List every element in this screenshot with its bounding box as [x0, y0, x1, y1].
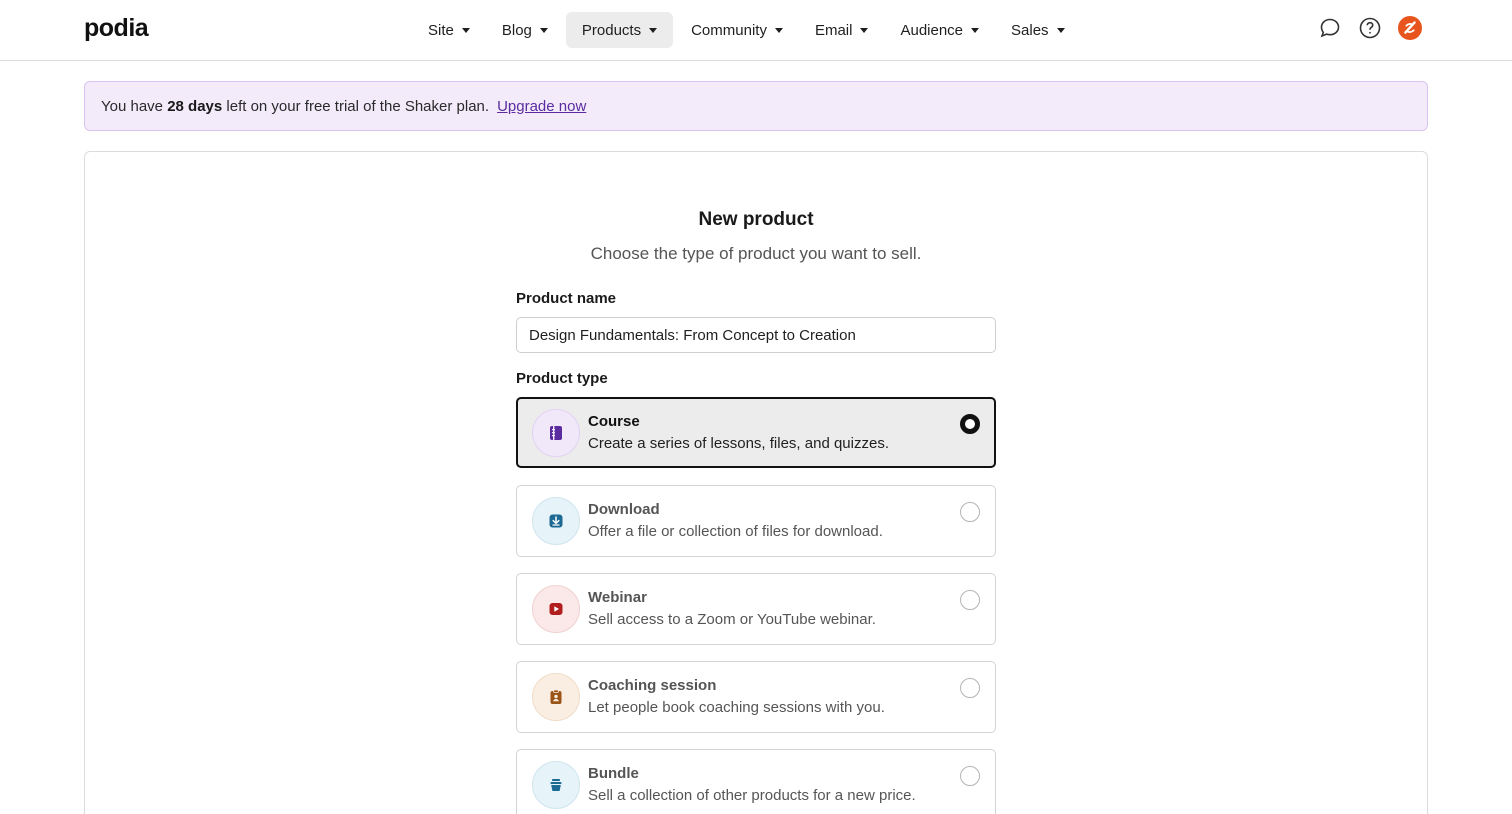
avatar[interactable] — [1398, 16, 1422, 40]
nav-community[interactable]: Community — [677, 12, 797, 48]
coaching-name: Coaching session — [588, 677, 717, 694]
bundle-name: Bundle — [588, 765, 639, 782]
webinar-icon — [532, 585, 580, 633]
top-navigation: podia Site Blog Products Community Email… — [0, 0, 1512, 61]
coaching-description: Let people book coaching sessions with y… — [588, 699, 885, 716]
download-icon — [532, 497, 580, 545]
top-right-icons — [1318, 16, 1422, 40]
main-nav: Site Blog Products Community Email Audie… — [414, 12, 1079, 48]
nav-email[interactable]: Email — [801, 12, 883, 48]
caret-down-icon — [539, 27, 548, 33]
nav-site[interactable]: Site — [414, 12, 484, 48]
trial-banner: You have 28 days left on your free trial… — [84, 81, 1428, 131]
nav-blog[interactable]: Blog — [488, 12, 562, 48]
podia-logo[interactable]: podia — [84, 14, 149, 43]
product-type-webinar[interactable]: Webinar Sell access to a Zoom or YouTube… — [516, 573, 996, 645]
bundle-icon — [532, 761, 580, 809]
webinar-name: Webinar — [588, 589, 647, 606]
nav-products[interactable]: Products — [565, 12, 674, 48]
download-radio[interactable] — [960, 502, 980, 522]
course-description: Create a series of lessons, files, and q… — [588, 435, 889, 452]
product-name-label: Product name — [516, 290, 617, 307]
nav-community-label: Community — [691, 21, 767, 39]
product-type-label: Product type — [516, 370, 608, 387]
nav-sales[interactable]: Sales — [997, 12, 1079, 48]
product-type-download[interactable]: Download Offer a file or collection of f… — [516, 485, 996, 557]
nav-email-label: Email — [814, 21, 853, 39]
coaching-radio[interactable] — [960, 678, 980, 698]
bundle-radio[interactable] — [960, 766, 980, 786]
download-name: Download — [588, 501, 660, 518]
coaching-icon — [532, 673, 580, 721]
nav-sales-label: Sales — [1011, 21, 1049, 39]
caret-down-icon — [461, 27, 470, 33]
caret-down-icon — [649, 27, 658, 33]
banner-suffix: left on your free trial of the Shaker pl… — [226, 97, 490, 115]
banner-prefix: You have — [101, 97, 164, 115]
caret-down-icon — [774, 27, 783, 33]
banner-days: 28 days — [167, 97, 223, 115]
product-type-bundle[interactable]: Bundle Sell a collection of other produc… — [516, 749, 996, 814]
page-title: New product — [698, 209, 814, 230]
page-subtitle: Choose the type of product you want to s… — [590, 244, 922, 263]
download-description: Offer a file or collection of files for … — [588, 523, 883, 540]
product-type-course[interactable]: Course Create a series of lessons, files… — [516, 397, 996, 468]
bundle-description: Sell a collection of other products for … — [588, 787, 916, 804]
nav-audience-label: Audience — [900, 21, 964, 39]
course-radio[interactable] — [960, 414, 980, 434]
product-type-coaching[interactable]: Coaching session Let people book coachin… — [516, 661, 996, 733]
help-icon[interactable] — [1358, 16, 1382, 40]
nav-blog-label: Blog — [501, 21, 532, 39]
caret-down-icon — [971, 27, 980, 33]
nav-audience[interactable]: Audience — [886, 12, 993, 48]
product-name-input[interactable] — [516, 317, 996, 353]
nav-products-label: Products — [581, 21, 642, 39]
course-icon — [532, 409, 580, 457]
webinar-radio[interactable] — [960, 590, 980, 610]
caret-down-icon — [860, 27, 869, 33]
caret-down-icon — [1056, 27, 1065, 33]
nav-site-label: Site — [428, 21, 454, 39]
course-name: Course — [588, 413, 640, 430]
webinar-description: Sell access to a Zoom or YouTube webinar… — [588, 611, 876, 628]
upgrade-now-link[interactable]: Upgrade now — [497, 98, 586, 115]
chat-icon[interactable] — [1318, 16, 1342, 40]
